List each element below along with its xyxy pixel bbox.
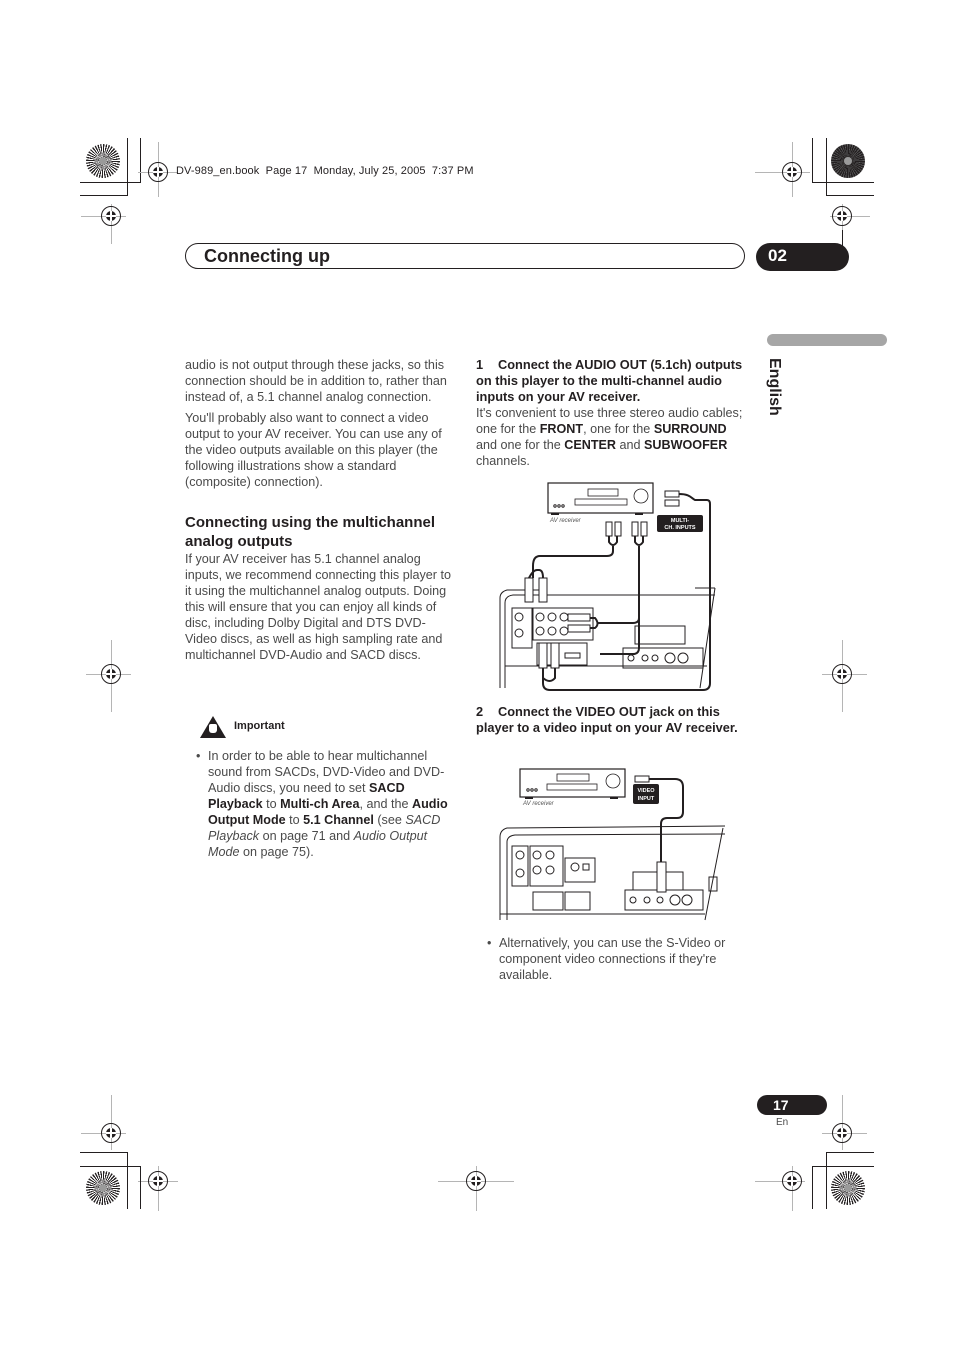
channel-name: CENTER xyxy=(564,438,617,452)
player-rear-panel-illustration xyxy=(499,587,716,689)
crop-line xyxy=(80,1166,141,1167)
crop-line xyxy=(140,1166,141,1209)
registration-starburst-icon xyxy=(86,144,120,178)
step-1: 1 Connect the AUDIO OUT (5.1ch) outputs o… xyxy=(476,357,751,474)
rca-plug-player xyxy=(656,861,667,893)
chapter-number: 02 xyxy=(768,246,787,265)
note-bullet: • Alternatively, you can use the S-Video… xyxy=(487,935,749,983)
crop-line xyxy=(80,182,141,183)
text: on page 71 and xyxy=(259,829,354,843)
paragraph: You'll probably also want to connect a v… xyxy=(185,411,442,489)
important-label: Important xyxy=(234,720,285,732)
step-title: Connect the AUDIO OUT (5.1ch) outputs on… xyxy=(476,357,743,404)
receiver-label: AV receiver xyxy=(522,801,555,807)
registration-starburst-icon xyxy=(831,1171,865,1205)
rca-plug xyxy=(634,775,650,783)
crop-line xyxy=(812,1166,813,1209)
multichannel-connection-diagram: AV receiver MULTI- CH. INPUTS xyxy=(499,482,716,691)
page-number: 17 xyxy=(773,1097,789,1113)
registration-starburst-icon xyxy=(831,144,865,178)
crop-line xyxy=(826,1152,827,1209)
crop-line xyxy=(812,1166,874,1167)
cable xyxy=(528,569,544,579)
step-title: Connect the VIDEO OUT jack on this playe… xyxy=(476,704,738,735)
player-rear-panel-illustration xyxy=(499,825,725,921)
paragraph: It's convenient to use three stereo audi… xyxy=(476,405,751,469)
text: to xyxy=(262,797,281,811)
text: Alternatively, you can use the S-Video o… xyxy=(499,936,726,982)
section-header: Connecting up xyxy=(185,243,745,269)
page-language-code: En xyxy=(776,1117,789,1128)
setting-value: Multi-ch Area xyxy=(280,797,360,811)
paragraph: audio is not output through these jacks,… xyxy=(185,358,447,404)
bullet-icon: • xyxy=(196,749,201,763)
crop-line xyxy=(826,1152,874,1153)
channel-name: SUBWOOFER xyxy=(644,438,728,452)
crop-line xyxy=(140,138,141,183)
receiver-label: AV receiver xyxy=(549,518,582,524)
important-bullet: • In order to be able to hear multichann… xyxy=(196,748,458,860)
crop-line xyxy=(812,138,813,183)
page-number-badge: 17 xyxy=(757,1095,827,1115)
channel-name: SURROUND xyxy=(653,422,727,436)
input-label-line2: INPUT xyxy=(638,796,655,802)
text: (see xyxy=(373,813,406,827)
step-heading: 1 Connect the AUDIO OUT (5.1ch) outputs o… xyxy=(476,357,751,405)
text: to xyxy=(285,813,304,827)
setting-value: 5.1 Channel xyxy=(303,813,374,827)
input-label-line1: VIDEO xyxy=(637,788,655,794)
crop-line xyxy=(812,182,874,183)
cable xyxy=(542,668,556,682)
crop-line xyxy=(842,230,843,250)
text: on page 75). xyxy=(239,845,314,859)
step-number: 1 xyxy=(476,357,484,372)
cable xyxy=(590,617,640,629)
rca-plugs xyxy=(605,521,648,537)
text: and one for the xyxy=(476,438,565,452)
text: , and the xyxy=(359,797,412,811)
av-receiver-illustration xyxy=(547,482,654,515)
left-column: audio is not output through these jacks,… xyxy=(185,357,457,668)
crop-line xyxy=(80,1152,128,1153)
step-2: 2 Connect the VIDEO OUT jack on this play… xyxy=(476,704,751,736)
print-slug: DV-989_en.book Page 17 Monday, July 25, … xyxy=(176,165,474,177)
step-heading: 2 Connect the VIDEO OUT jack on this play… xyxy=(476,704,751,736)
text: channels. xyxy=(476,454,530,468)
text: In order to be able to hear multichannel… xyxy=(208,749,445,795)
language-tab-bar xyxy=(767,334,887,346)
input-label-line2: CH. INPUTS xyxy=(664,525,696,531)
section-title: Connecting up xyxy=(204,246,330,266)
input-label-line1: MULTI- xyxy=(671,518,689,524)
video-connection-diagram: AV receiver VIDEO INPUT xyxy=(499,768,725,921)
text: , one for the xyxy=(583,422,654,436)
crop-line xyxy=(127,138,128,195)
cable xyxy=(532,536,618,578)
crop-line xyxy=(80,195,128,196)
chapter-badge: 02 xyxy=(756,243,849,271)
registration-starburst-icon xyxy=(86,1171,120,1205)
subheading: Connecting using the multichannel analog… xyxy=(185,514,436,550)
crop-line xyxy=(826,138,827,195)
text: and xyxy=(616,438,645,452)
bullet-icon: • xyxy=(487,936,492,950)
crop-line xyxy=(826,195,874,196)
av-receiver-illustration xyxy=(519,768,626,799)
step-number: 2 xyxy=(476,704,484,719)
language-tab-label: English xyxy=(766,358,783,416)
crop-line xyxy=(127,1152,128,1209)
warning-hand-icon xyxy=(200,716,226,738)
channel-name: FRONT xyxy=(539,422,584,436)
paragraph: If your AV receiver has 5.1 channel anal… xyxy=(185,552,452,662)
rca-plug-pair xyxy=(664,490,680,507)
